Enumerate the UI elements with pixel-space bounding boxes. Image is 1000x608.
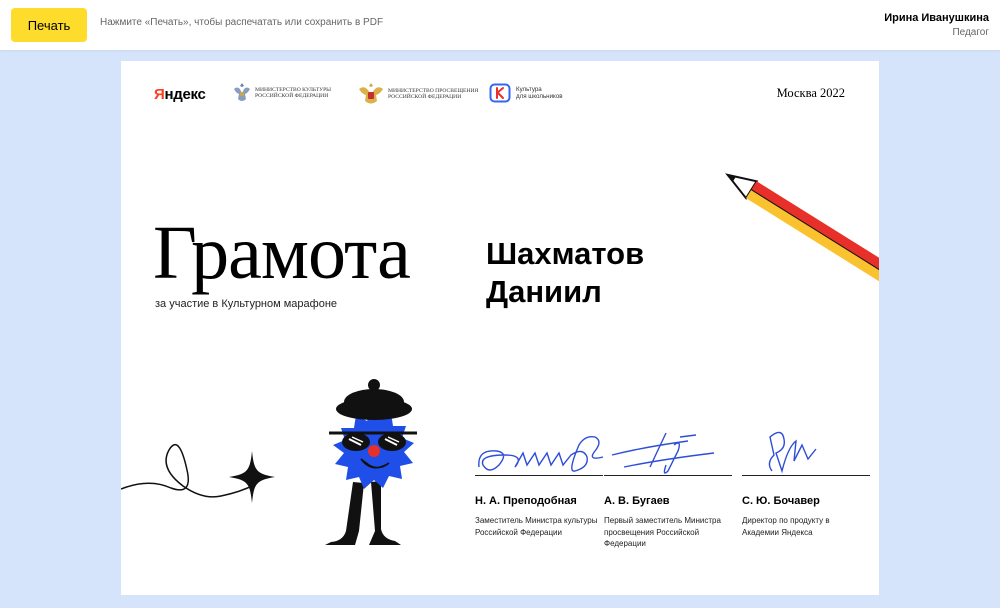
mascot-character-icon — [325, 379, 417, 545]
certificate-title: Грамота — [153, 211, 411, 295]
recipient-name: Шахматов Даниил — [486, 235, 644, 311]
city-year: Москва 2022 — [776, 86, 845, 100]
recipient-surname: Шахматов — [486, 236, 645, 271]
signer-1-name: Н. А. Преподобная — [475, 495, 577, 507]
recipient-firstname: Даниил — [486, 274, 602, 309]
culture-kids-line2: для школьников — [516, 93, 563, 100]
sparkle-star-icon — [229, 451, 275, 503]
culture-for-kids-logo: Культура для школьников — [489, 83, 563, 103]
print-hint: Нажмите «Печать», чтобы распечатать или … — [100, 17, 384, 28]
signer-3-name: С. Ю. Бочавер — [742, 495, 820, 507]
top-toolbar: Печать Нажмите «Печать», чтобы распечата… — [0, 0, 1000, 50]
ministry-education-logo: Министерство просвещения Российской Федер… — [358, 82, 478, 106]
signer-2-name: А. В. Бугаев — [604, 495, 670, 507]
signer-3-position: Директор по продукту в Академии Яндекса — [742, 516, 830, 537]
yandex-logo: Яндекс — [154, 86, 206, 103]
print-button[interactable]: Печать — [11, 8, 87, 42]
eagle-emblem-icon — [234, 83, 250, 101]
ministry-culture-logo: Министерство культуры Российской Федераци… — [233, 82, 331, 104]
pencil-icon — [725, 173, 879, 289]
culture-kids-line1: Культура — [516, 86, 542, 93]
user-role: Педагог — [952, 27, 989, 38]
user-name[interactable]: Ирина Иванушкина — [884, 12, 989, 24]
signer-2-position: Первый заместитель Министра просвещения … — [604, 516, 721, 548]
ministry-culture-line2: Российской Федерации — [255, 93, 329, 99]
ministry-education-line2: Российской Федерации — [388, 94, 462, 100]
culture-k-icon — [489, 83, 511, 103]
certificate-subtitle: за участие в Культурном марафоне — [155, 298, 338, 310]
signer-1-position: Заместитель Министра культуры Российской… — [475, 516, 598, 537]
coat-of-arms-icon — [359, 83, 383, 104]
certificate: Яндекс Министерство культуры Российской Ф… — [121, 61, 879, 595]
